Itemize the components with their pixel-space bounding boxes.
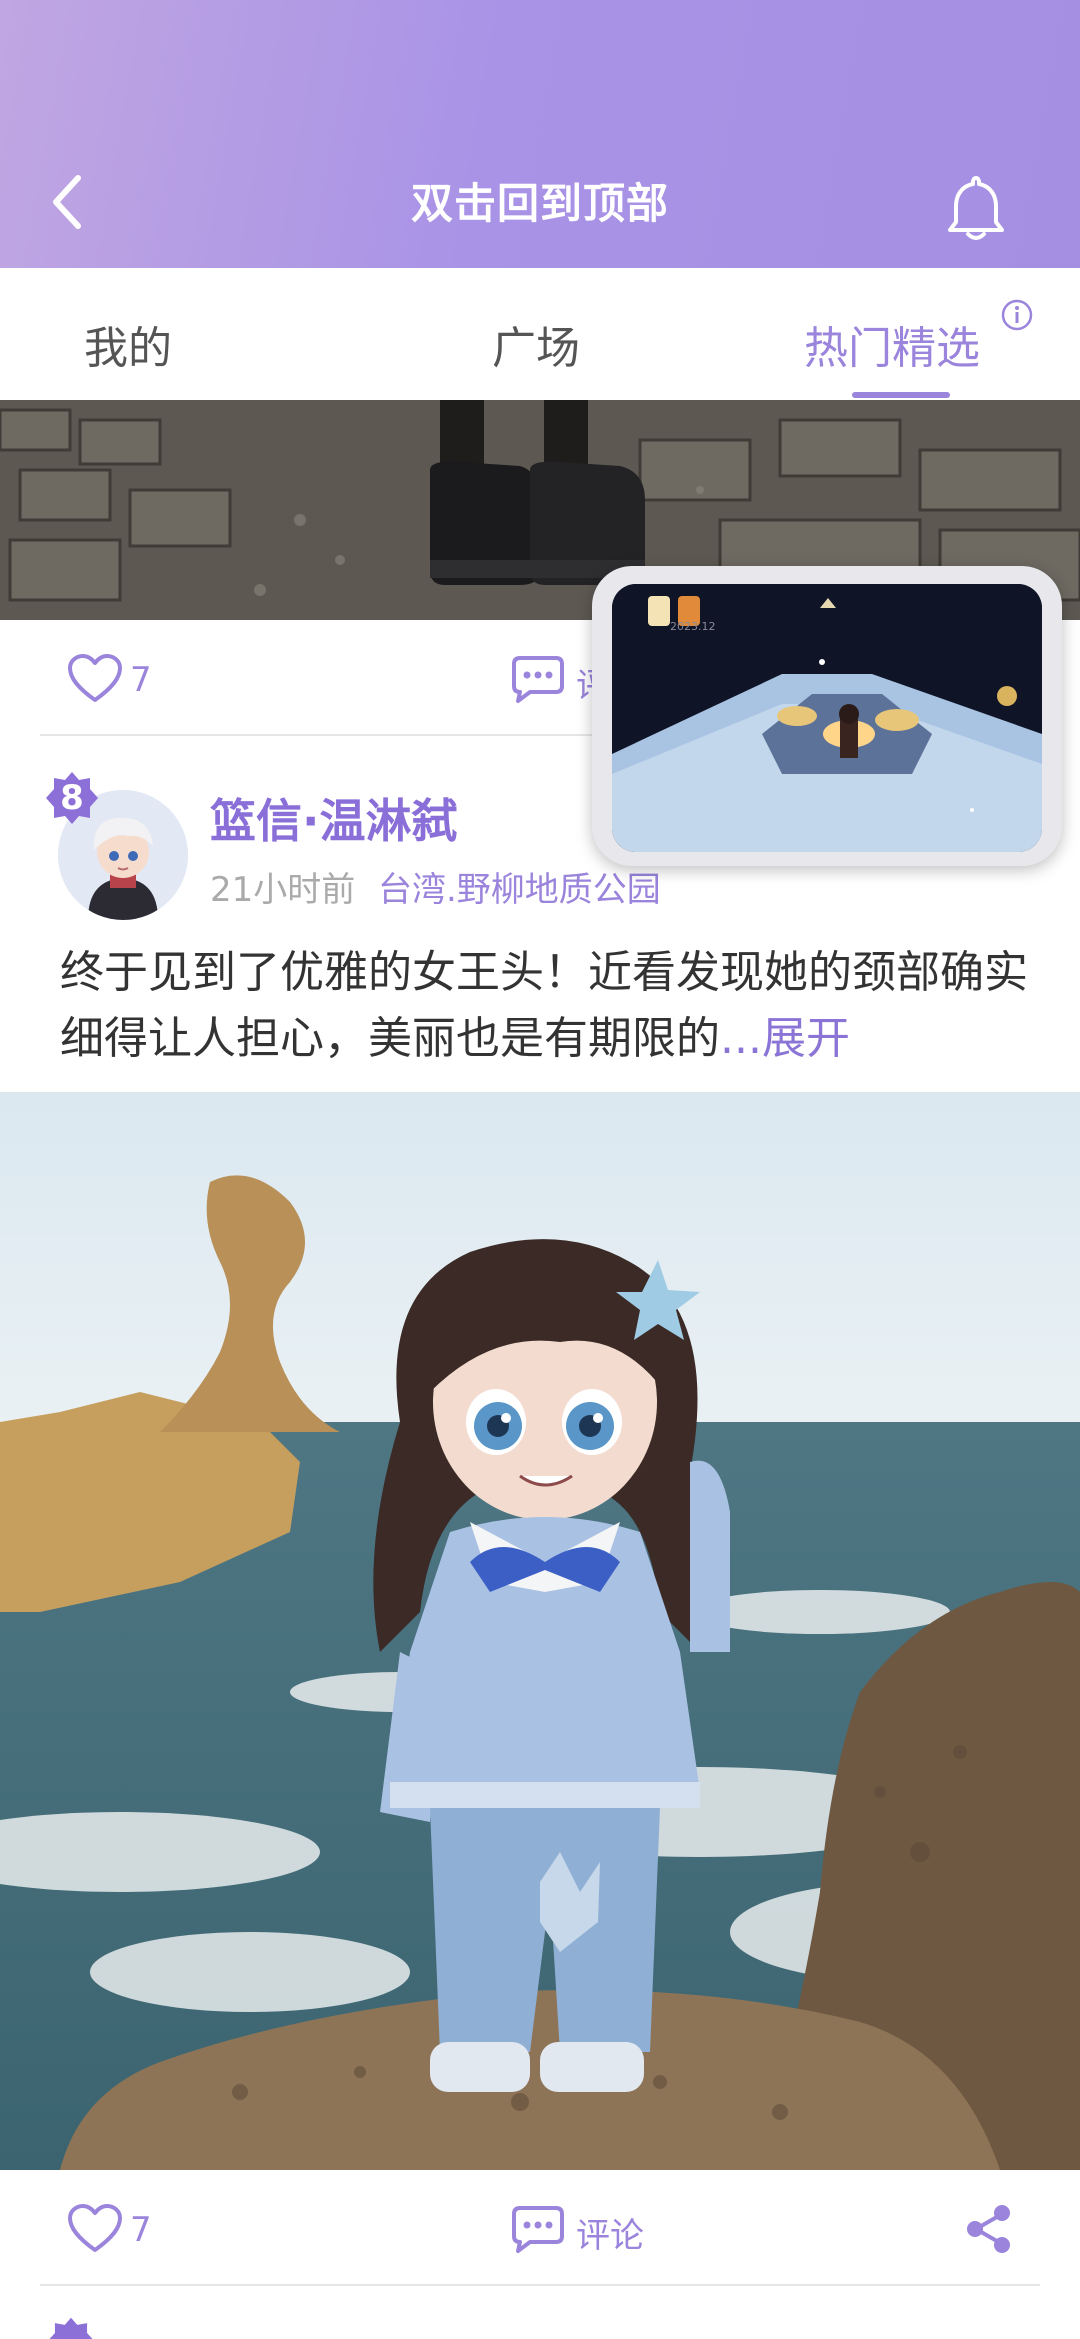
comment-label[interactable]: 评论	[576, 2208, 644, 2257]
like-icon[interactable]	[66, 2202, 124, 2254]
pip-video[interactable]: 2023.12	[612, 584, 1042, 852]
next-post-level-badge	[46, 2316, 96, 2339]
bell-icon	[948, 176, 1004, 240]
active-tab-indicator	[852, 392, 950, 398]
tab-mine[interactable]: 我的	[84, 312, 172, 376]
level-number: 8	[60, 778, 84, 818]
tab-hot-picks[interactable]: 热门精选	[804, 312, 980, 376]
like-icon[interactable]	[66, 652, 124, 704]
info-icon[interactable]	[1000, 298, 1034, 332]
like-count: 7	[130, 660, 152, 700]
post-location[interactable]: 台湾.野柳地质公园	[378, 862, 661, 911]
pip-timestamp: 2023.12	[670, 620, 716, 633]
post-time: 21小时前	[210, 870, 356, 910]
page-title[interactable]: 双击回到顶部	[0, 170, 1080, 231]
post-photo[interactable]	[0, 1092, 1080, 2170]
like-count: 7	[130, 2210, 152, 2250]
comment-icon[interactable]	[510, 654, 566, 704]
level-badge: 8	[44, 770, 100, 826]
expand-link[interactable]: ...展开	[720, 1013, 850, 1064]
username[interactable]: 篮信·温淋弑	[210, 785, 457, 851]
post-text: 终于见到了优雅的女王头！近看发现她的颈部确实细得让人担心，美丽也是有期限的...…	[60, 940, 1040, 1072]
divider	[40, 2284, 1040, 2286]
notification-button[interactable]	[938, 170, 1014, 246]
comment-icon[interactable]	[510, 2204, 566, 2254]
tab-square[interactable]: 广场	[492, 312, 580, 376]
share-icon[interactable]	[962, 2202, 1016, 2256]
post-body: 终于见到了优雅的女王头！近看发现她的颈部确实细得让人担心，美丽也是有期限的	[60, 947, 1028, 1064]
